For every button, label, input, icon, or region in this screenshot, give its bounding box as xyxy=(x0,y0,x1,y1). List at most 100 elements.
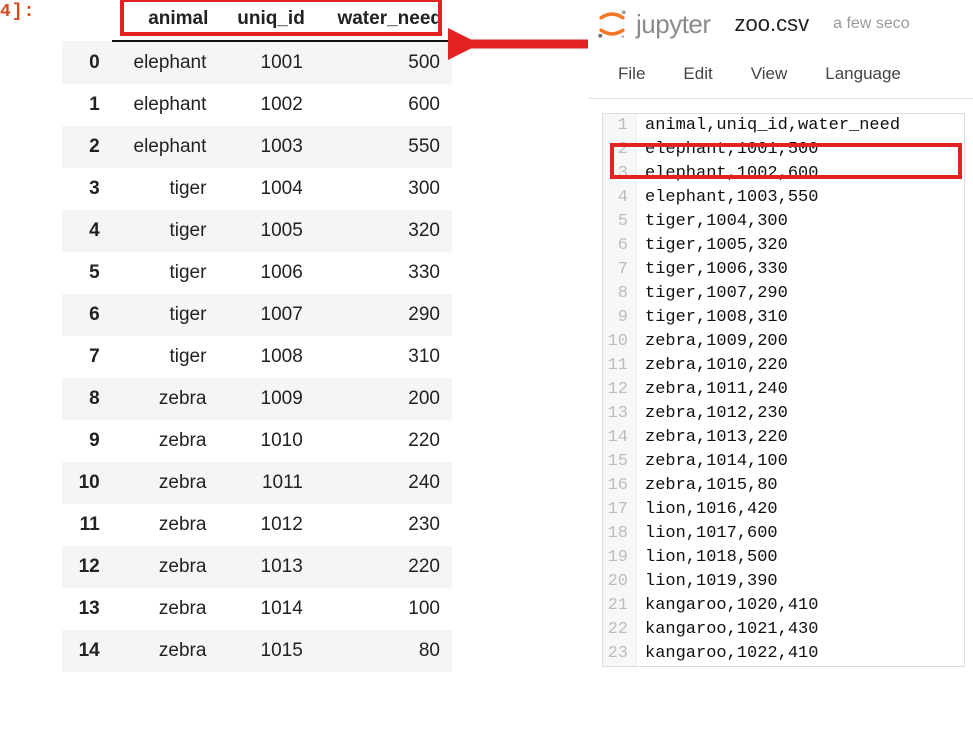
editor-line[interactable]: 14zebra,1013,220 xyxy=(603,426,964,450)
editor-line[interactable]: 2elephant,1001,500 xyxy=(603,138,964,162)
table-row: 12zebra1013220 xyxy=(62,546,452,588)
code-text[interactable]: kangaroo,1022,410 xyxy=(637,642,818,666)
code-text[interactable]: tiger,1004,300 xyxy=(637,210,788,234)
row-index: 9 xyxy=(62,420,112,462)
jupyter-menubar: File Edit View Language xyxy=(588,52,973,99)
table-cell: 1010 xyxy=(218,420,314,462)
row-index: 0 xyxy=(62,41,112,84)
editor-line[interactable]: 6tiger,1005,320 xyxy=(603,234,964,258)
table-cell: zebra xyxy=(112,420,219,462)
table-cell: 1009 xyxy=(218,378,314,420)
dataframe-index-header xyxy=(62,0,112,41)
row-index: 2 xyxy=(62,126,112,168)
editor-line[interactable]: 10zebra,1009,200 xyxy=(603,330,964,354)
row-index: 11 xyxy=(62,504,112,546)
code-text[interactable]: zebra,1015,80 xyxy=(637,474,778,498)
code-text[interactable]: kangaroo,1021,430 xyxy=(637,618,818,642)
table-cell: zebra xyxy=(112,630,219,672)
code-text[interactable]: lion,1016,420 xyxy=(637,498,778,522)
col-header-uniq-id: uniq_id xyxy=(218,0,314,41)
row-index: 5 xyxy=(62,252,112,294)
gutter-number: 9 xyxy=(603,306,637,330)
gutter-number: 15 xyxy=(603,450,637,474)
code-text[interactable]: zebra,1014,100 xyxy=(637,450,788,474)
table-row: 1elephant1002600 xyxy=(62,84,452,126)
gutter-number: 20 xyxy=(603,570,637,594)
table-cell: 300 xyxy=(315,168,452,210)
table-cell: 500 xyxy=(315,41,452,84)
code-text[interactable]: zebra,1013,220 xyxy=(637,426,788,450)
code-text[interactable]: elephant,1001,500 xyxy=(637,138,818,162)
code-text[interactable]: tiger,1007,290 xyxy=(637,282,788,306)
table-row: 9zebra1010220 xyxy=(62,420,452,462)
code-text[interactable]: lion,1017,600 xyxy=(637,522,778,546)
gutter-number: 8 xyxy=(603,282,637,306)
table-cell: 320 xyxy=(315,210,452,252)
gutter-number: 12 xyxy=(603,378,637,402)
editor-line[interactable]: 7tiger,1006,330 xyxy=(603,258,964,282)
gutter-number: 13 xyxy=(603,402,637,426)
table-cell: 100 xyxy=(315,588,452,630)
row-index: 6 xyxy=(62,294,112,336)
table-cell: 1001 xyxy=(218,41,314,84)
table-row: 5tiger1006330 xyxy=(62,252,452,294)
menu-view[interactable]: View xyxy=(751,64,788,84)
code-text[interactable]: animal,uniq_id,water_need xyxy=(637,114,900,138)
jupyter-header: jupyter zoo.csv a few seco xyxy=(588,0,973,52)
code-text[interactable]: zebra,1012,230 xyxy=(637,402,788,426)
editor-line[interactable]: 5tiger,1004,300 xyxy=(603,210,964,234)
code-text[interactable]: tiger,1006,330 xyxy=(637,258,788,282)
editor-line[interactable]: 13zebra,1012,230 xyxy=(603,402,964,426)
editor-line[interactable]: 20lion,1019,390 xyxy=(603,570,964,594)
cell-prompt-label: 4]: xyxy=(0,2,35,22)
table-row: 8zebra1009200 xyxy=(62,378,452,420)
table-cell: 1008 xyxy=(218,336,314,378)
jupyter-filename[interactable]: zoo.csv xyxy=(735,11,810,37)
editor-line[interactable]: 1animal,uniq_id,water_need xyxy=(603,114,964,138)
code-text[interactable]: lion,1019,390 xyxy=(637,570,778,594)
code-text[interactable]: tiger,1008,310 xyxy=(637,306,788,330)
editor-line[interactable]: 15zebra,1014,100 xyxy=(603,450,964,474)
editor-line[interactable]: 23kangaroo,1022,410 xyxy=(603,642,964,666)
code-text[interactable]: lion,1018,500 xyxy=(637,546,778,570)
row-index: 13 xyxy=(62,588,112,630)
jupyter-brand-text: jupyter xyxy=(636,9,711,40)
editor-line[interactable]: 17lion,1016,420 xyxy=(603,498,964,522)
table-cell: 1003 xyxy=(218,126,314,168)
gutter-number: 16 xyxy=(603,474,637,498)
editor-line[interactable]: 12zebra,1011,240 xyxy=(603,378,964,402)
editor-line[interactable]: 9tiger,1008,310 xyxy=(603,306,964,330)
row-index: 3 xyxy=(62,168,112,210)
text-editor[interactable]: 1animal,uniq_id,water_need2elephant,1001… xyxy=(602,113,965,667)
table-cell: zebra xyxy=(112,504,219,546)
dataframe-header-row: animal uniq_id water_need xyxy=(62,0,452,41)
table-row: 6tiger1007290 xyxy=(62,294,452,336)
code-text[interactable]: zebra,1009,200 xyxy=(637,330,788,354)
code-text[interactable]: zebra,1010,220 xyxy=(637,354,788,378)
editor-line[interactable]: 4elephant,1003,550 xyxy=(603,186,964,210)
row-index: 4 xyxy=(62,210,112,252)
editor-line[interactable]: 8tiger,1007,290 xyxy=(603,282,964,306)
code-text[interactable]: elephant,1002,600 xyxy=(637,162,818,186)
code-text[interactable]: zebra,1011,240 xyxy=(637,378,788,402)
editor-line[interactable]: 19lion,1018,500 xyxy=(603,546,964,570)
code-text[interactable]: kangaroo,1020,410 xyxy=(637,594,818,618)
editor-line[interactable]: 21kangaroo,1020,410 xyxy=(603,594,964,618)
gutter-number: 6 xyxy=(603,234,637,258)
table-cell: 1004 xyxy=(218,168,314,210)
editor-line[interactable]: 3elephant,1002,600 xyxy=(603,162,964,186)
menu-file[interactable]: File xyxy=(618,64,645,84)
code-text[interactable]: elephant,1003,550 xyxy=(637,186,818,210)
table-cell: 1011 xyxy=(218,462,314,504)
dataframe-output: animal uniq_id water_need 0elephant10015… xyxy=(62,0,452,672)
editor-line[interactable]: 22kangaroo,1021,430 xyxy=(603,618,964,642)
code-text[interactable]: tiger,1005,320 xyxy=(637,234,788,258)
editor-line[interactable]: 11zebra,1010,220 xyxy=(603,354,964,378)
menu-language[interactable]: Language xyxy=(825,64,901,84)
menu-edit[interactable]: Edit xyxy=(683,64,712,84)
editor-line[interactable]: 16zebra,1015,80 xyxy=(603,474,964,498)
editor-line[interactable]: 18lion,1017,600 xyxy=(603,522,964,546)
table-cell: 310 xyxy=(315,336,452,378)
table-cell: 290 xyxy=(315,294,452,336)
jupyter-logo[interactable]: jupyter xyxy=(594,6,711,42)
